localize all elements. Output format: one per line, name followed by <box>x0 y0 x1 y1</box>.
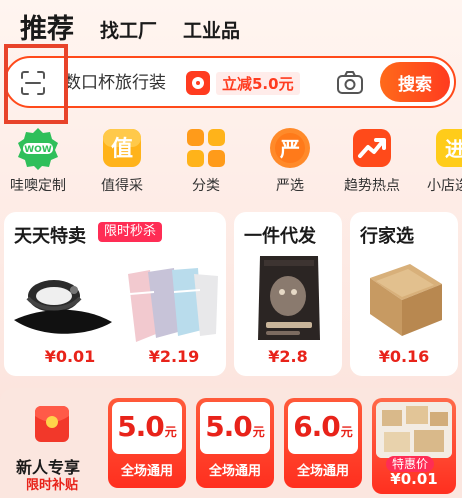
category-strict-select[interactable]: 严 严选 <box>254 126 326 196</box>
category-wow-custom[interactable]: WOW 哇噢定制 <box>2 126 74 196</box>
item-price: ¥0.16 <box>378 347 430 366</box>
item-price: ¥2.19 <box>148 347 200 366</box>
red-envelope-icon <box>30 402 74 446</box>
coupon-card[interactable]: 5.0 元 全场通用 <box>108 398 186 488</box>
coupon-amount: 5.0 <box>117 410 165 443</box>
wow-badge-icon: WOW <box>16 126 60 170</box>
category-label: 值得采 <box>101 178 143 194</box>
item-price: ¥2.8 <box>268 347 308 366</box>
category-label: 哇噢定制 <box>10 178 66 194</box>
red-packet-icon <box>186 71 210 95</box>
packaging-boxes-image <box>376 402 452 458</box>
tab-industrial[interactable]: 工业品 <box>183 18 240 46</box>
card-title: 一件代发 <box>244 226 316 247</box>
cardboard-box-image[interactable] <box>364 254 446 346</box>
category-label: 分类 <box>192 178 220 194</box>
coupon-amount: 5.0 <box>205 410 253 443</box>
flash-sale-badge: 限时秒杀 <box>98 222 163 242</box>
expert-pick-card[interactable]: 行家选 ¥0.16 <box>350 212 458 376</box>
coupon-label: 全场通用 <box>208 464 261 479</box>
category-label: 小店选 <box>427 178 462 194</box>
category-trending[interactable]: 趋势热点 <box>336 126 408 196</box>
coupon-unit: 元 <box>164 425 177 439</box>
tab-recommend[interactable]: 推荐 <box>20 14 74 46</box>
search-query-text[interactable]: 数口杯旅行装 <box>64 69 166 97</box>
coupon-unit: 元 <box>252 425 265 439</box>
coupon-amount-box: 5.0 元 <box>200 402 270 454</box>
coupon-amount-box: 6.0 元 <box>288 402 358 454</box>
coupon-amount-box: 5.0 元 <box>112 402 182 454</box>
newcomer-subtitle: 限时补贴 <box>26 478 79 493</box>
deal-price: ¥0.01 <box>390 470 438 488</box>
svg-text:WOW: WOW <box>24 145 52 155</box>
hair-towel-image[interactable] <box>122 264 222 348</box>
newcomer-exclusive[interactable]: 新人专享 限时补贴 <box>8 398 100 494</box>
scan-highlight-box <box>4 44 68 124</box>
svg-text:严: 严 <box>279 137 300 161</box>
category-label: 趋势热点 <box>344 178 400 194</box>
daily-deals-card[interactable]: 天天特卖 限时秒杀 ¥0.01 ¥2.19 <box>4 212 226 376</box>
yan-badge-icon: 严 <box>268 126 312 170</box>
item-price: ¥0.01 <box>44 347 96 366</box>
dropship-card[interactable]: 一件代发 ¥2.8 <box>234 212 342 376</box>
card-title: 天天特卖 <box>14 226 86 247</box>
coupon-amount: 6.0 <box>293 410 341 443</box>
zhi-badge-icon: 值 <box>100 126 144 170</box>
card-title: 行家选 <box>360 226 414 247</box>
category-worth-buying[interactable]: 值 值得采 <box>86 126 158 196</box>
category-label: 严选 <box>276 178 304 194</box>
search-bar[interactable]: 数口杯旅行装 立减5.0元 搜索 <box>4 56 456 108</box>
camera-icon[interactable] <box>336 70 364 96</box>
top-tab-bar: 推荐 找工厂 工业品 <box>20 10 240 46</box>
search-promo[interactable]: 立减5.0元 <box>186 69 300 97</box>
pet-food-bag-image[interactable] <box>254 252 324 344</box>
jin-badge-icon: 进 <box>426 126 462 170</box>
category-row: WOW 哇噢定制 值 值得采 分类 严 严选 趋势热点 进 小店 <box>0 126 462 202</box>
coupon-label: 全场通用 <box>120 464 173 479</box>
search-button[interactable]: 搜索 <box>380 62 450 102</box>
promo-discount-text: 立减5.0元 <box>216 71 300 95</box>
coupon-card[interactable]: 6.0 元 全场通用 <box>284 398 362 488</box>
black-sun-visor-image[interactable] <box>10 268 114 346</box>
svg-text:值: 值 <box>111 136 133 162</box>
category-classify[interactable]: 分类 <box>170 126 242 196</box>
coupon-unit: 元 <box>340 425 353 439</box>
tab-find-factory[interactable]: 找工厂 <box>100 18 157 46</box>
svg-text:进: 进 <box>445 137 462 161</box>
grid-icon <box>184 126 228 170</box>
coupon-label: 全场通用 <box>296 464 349 479</box>
category-shop-select[interactable]: 进 小店选 <box>412 126 462 196</box>
special-deal-card[interactable]: 特惠价 ¥0.01 <box>372 398 456 494</box>
coupon-card[interactable]: 5.0 元 全场通用 <box>196 398 274 488</box>
trend-arrow-icon <box>350 126 394 170</box>
